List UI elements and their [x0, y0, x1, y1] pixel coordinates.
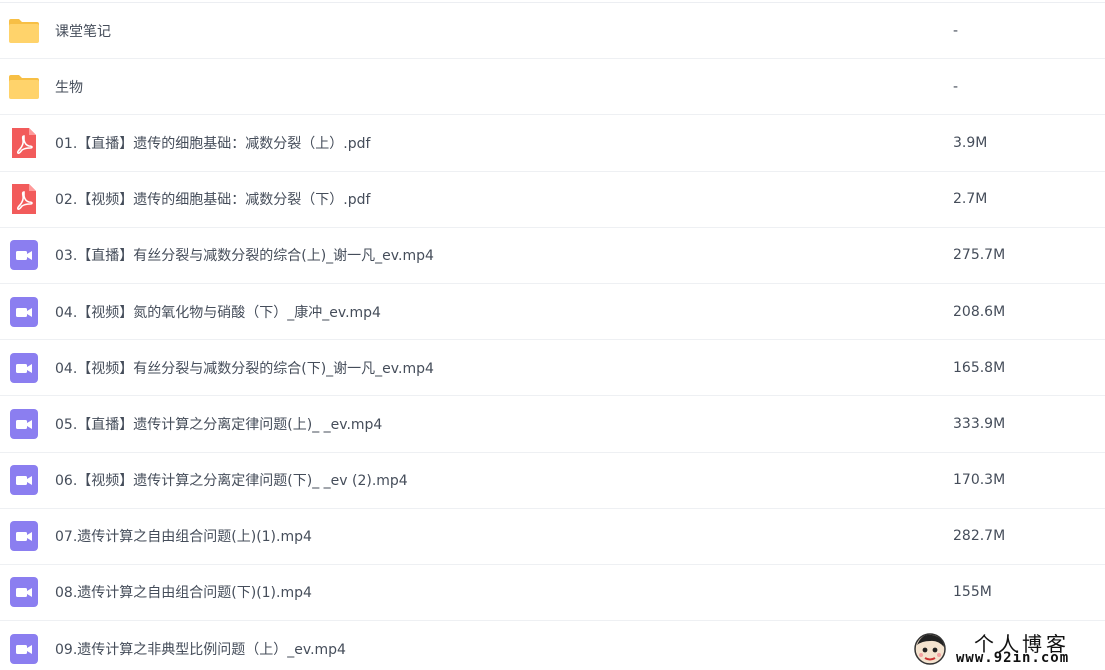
file-row[interactable]: 04.【视频】有丝分裂与减数分裂的综合(下)_谢一凡_ev.mp4 165.8M — [0, 340, 1105, 397]
file-row[interactable]: 07.遗传计算之自由组合问题(上)(1).mp4 282.7M — [0, 509, 1105, 565]
file-size: - — [953, 22, 959, 39]
file-name[interactable]: 09.遗传计算之非典型比例问题（上）_ev.mp4 — [55, 621, 346, 670]
video-icon — [8, 296, 40, 328]
file-name[interactable]: 01.【直播】遗传的细胞基础：减数分裂（上）.pdf — [55, 115, 370, 170]
file-size: 3.9M — [953, 134, 988, 151]
file-name[interactable]: 07.遗传计算之自由组合问题(上)(1).mp4 — [55, 509, 312, 564]
file-size: 165.8M — [953, 359, 1006, 376]
file-name[interactable]: 05.【直播】遗传计算之分离定律问题(上)_ _ev.mp4 — [55, 396, 382, 451]
file-name[interactable]: 04.【视频】氮的氧化物与硝酸（下）_康冲_ev.mp4 — [55, 284, 381, 339]
file-name[interactable]: 03.【直播】有丝分裂与减数分裂的综合(上)_谢一凡_ev.mp4 — [55, 228, 434, 283]
file-row[interactable]: 05.【直播】遗传计算之分离定律问题(上)_ _ev.mp4 333.9M — [0, 396, 1105, 453]
site-watermark: 个人博客 www.92in.com — [908, 628, 1105, 670]
pdf-icon — [8, 127, 40, 159]
file-row[interactable]: 01.【直播】遗传的细胞基础：减数分裂（上）.pdf 3.9M — [0, 115, 1105, 172]
file-name[interactable]: 06.【视频】遗传计算之分离定律问题(下)_ _ev (2).mp4 — [55, 453, 408, 508]
watermark-url: www.92in.com — [956, 650, 1070, 666]
file-row[interactable]: 08.遗传计算之自由组合问题(下)(1).mp4 155M — [0, 565, 1105, 622]
file-size: - — [953, 78, 959, 95]
file-size: 333.9M — [953, 415, 1006, 432]
file-row[interactable]: 02.【视频】遗传的细胞基础：减数分裂（下）.pdf 2.7M — [0, 172, 1105, 228]
pdf-icon — [8, 183, 40, 215]
file-row[interactable]: 04.【视频】氮的氧化物与硝酸（下）_康冲_ev.mp4 208.6M — [0, 284, 1105, 341]
file-size: 275.7M — [953, 247, 1006, 264]
file-size: 170.3M — [953, 472, 1006, 489]
file-name[interactable]: 04.【视频】有丝分裂与减数分裂的综合(下)_谢一凡_ev.mp4 — [55, 340, 434, 395]
folder-icon — [8, 15, 40, 47]
file-row[interactable]: 生物 - — [0, 59, 1105, 116]
file-size: 155M — [953, 584, 992, 601]
file-name[interactable]: 课堂笔记 — [55, 3, 111, 58]
file-name[interactable]: 02.【视频】遗传的细胞基础：减数分裂（下）.pdf — [55, 172, 370, 227]
video-icon — [8, 408, 40, 440]
file-name[interactable]: 生物 — [55, 59, 83, 114]
file-list: 课堂笔记 - 生物 - 01.【直播】遗传的细胞基础：减数分裂（上）.pdf 3.9M 02… — [0, 3, 1105, 670]
file-row[interactable]: 06.【视频】遗传计算之分离定律问题(下)_ _ev (2).mp4 170.3M — [0, 453, 1105, 509]
file-name[interactable]: 08.遗传计算之自由组合问题(下)(1).mp4 — [55, 565, 312, 620]
video-icon — [8, 464, 40, 496]
video-icon — [8, 239, 40, 271]
file-size: 208.6M — [953, 303, 1006, 320]
cartoon-avatar-icon — [912, 631, 948, 667]
file-size: 2.7M — [953, 191, 988, 208]
file-size: 282.7M — [953, 528, 1006, 545]
video-icon — [8, 633, 40, 665]
file-row[interactable]: 课堂笔记 - — [0, 3, 1105, 60]
video-icon — [8, 520, 40, 552]
file-row[interactable]: 03.【直播】有丝分裂与减数分裂的综合(上)_谢一凡_ev.mp4 275.7M — [0, 228, 1105, 284]
video-icon — [8, 352, 40, 384]
video-icon — [8, 576, 40, 608]
folder-icon — [8, 71, 40, 103]
